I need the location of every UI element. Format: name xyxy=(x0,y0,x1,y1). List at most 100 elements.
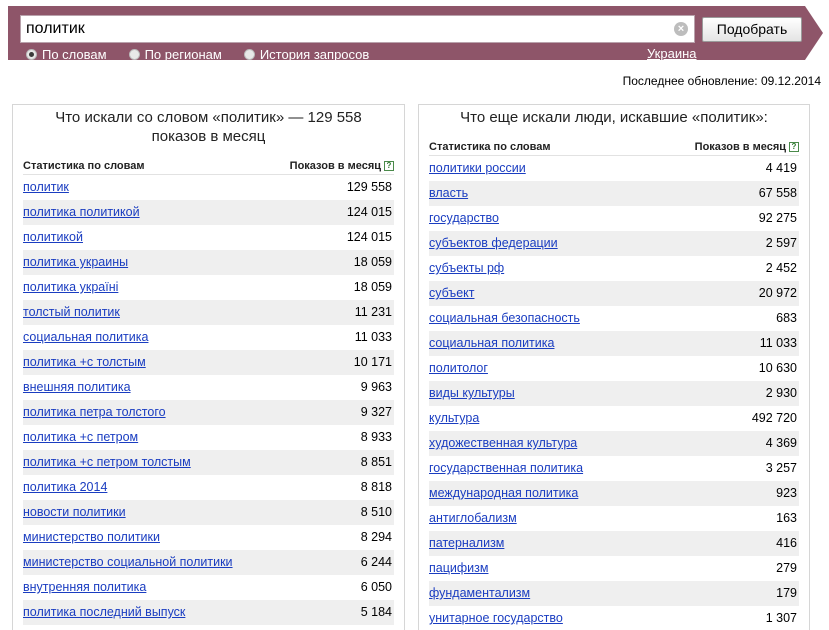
keyword-link[interactable]: политика +с петром толстым xyxy=(23,450,191,475)
keyword-link[interactable]: художественная культура xyxy=(429,431,577,456)
keyword-link[interactable]: патернализм xyxy=(429,531,504,556)
keyword-link[interactable]: фундаментализм xyxy=(429,581,530,606)
impressions-count: 5 184 xyxy=(360,605,392,619)
impressions-count: 179 xyxy=(776,586,797,600)
impressions-count: 8 851 xyxy=(360,455,392,469)
mode-history[interactable]: История запросов xyxy=(243,47,369,62)
keyword-link[interactable]: политика петра толстого xyxy=(23,400,166,425)
impressions-count: 163 xyxy=(776,511,797,525)
table-row: политика україні 18 059 xyxy=(23,275,394,300)
keyword-link[interactable]: внутренняя политика xyxy=(23,575,146,600)
band-arrow xyxy=(805,6,823,60)
right-rows: политики россии 4 419 власть 67 558 государс… xyxy=(429,156,799,630)
keyword-link[interactable]: политик xyxy=(23,175,69,200)
impressions-count: 8 818 xyxy=(360,480,392,494)
impressions-count: 2 597 xyxy=(765,236,797,250)
keyword-link[interactable]: политика 2014 xyxy=(23,475,107,500)
keyword-link[interactable]: социальная безопасность xyxy=(429,306,580,331)
table-row: виды культуры 2 930 xyxy=(429,381,799,406)
keyword-link[interactable]: унитарное государство xyxy=(429,606,563,630)
keyword-link[interactable]: власть xyxy=(429,181,468,206)
keyword-link[interactable]: внешняя политика xyxy=(23,375,131,400)
right-panel-title: Что еще искали люди, искавшие «политик»: xyxy=(460,109,768,126)
keyword-link[interactable]: государственная политика xyxy=(429,456,583,481)
keyword-link[interactable]: министерство политики xyxy=(23,525,160,550)
impressions-count: 11 033 xyxy=(354,330,392,344)
keyword-link[interactable]: политика україні xyxy=(23,275,118,300)
keyword-link[interactable]: субъекты рф xyxy=(429,256,504,281)
mode-label: По словам xyxy=(42,46,107,62)
search-input[interactable] xyxy=(26,19,666,39)
help-icon[interactable]: ? xyxy=(789,142,799,153)
keyword-link[interactable]: пацифизм xyxy=(429,556,488,581)
table-row: политики россии 4 419 xyxy=(429,156,799,181)
keyword-link[interactable]: политолог xyxy=(429,356,488,381)
table-row: новости политики 8 510 xyxy=(23,500,394,525)
col-count-header: Показов в месяц? xyxy=(290,157,394,174)
impressions-count: 492 720 xyxy=(751,411,797,425)
keyword-link[interactable]: политика +с петром xyxy=(23,425,138,450)
impressions-count: 129 558 xyxy=(346,180,392,194)
impressions-count: 279 xyxy=(776,561,797,575)
left-rows: политик 129 558 политика политикой 124 015 п… xyxy=(23,175,394,625)
col-word-header: Статистика по словам xyxy=(429,141,551,153)
keyword-link[interactable]: виды культуры xyxy=(429,381,515,406)
keyword-link[interactable]: субъект xyxy=(429,281,474,306)
keyword-link[interactable]: министерство социальной политики xyxy=(23,550,233,575)
col-word-header: Статистика по словам xyxy=(23,160,145,172)
impressions-count: 2 930 xyxy=(765,386,797,400)
keyword-link[interactable]: государство xyxy=(429,206,499,231)
keyword-link[interactable]: толстый политик xyxy=(23,300,120,325)
right-stats-table: Статистика по словам Показов в месяц? по… xyxy=(429,138,799,630)
table-row: пацифизм 279 xyxy=(429,556,799,581)
impressions-count: 8 933 xyxy=(360,430,392,444)
left-title-line2: показов в месяц xyxy=(151,128,266,145)
keyword-link[interactable]: субъектов федерации xyxy=(429,231,558,256)
radio-checked-icon[interactable] xyxy=(26,48,37,60)
keyword-link[interactable]: политика политикой xyxy=(23,200,140,225)
impressions-count: 9 327 xyxy=(360,405,392,419)
clear-icon[interactable]: × xyxy=(674,22,688,36)
mode-by-regions[interactable]: По регионам xyxy=(128,46,222,62)
radio-unchecked-icon[interactable] xyxy=(128,48,140,60)
table-row: политика 2014 8 818 xyxy=(23,475,394,500)
keyword-link[interactable]: политика последний выпуск xyxy=(23,600,185,625)
search-mode-group: По словам По регионам История запросов xyxy=(26,46,391,62)
table-row: государственная политика 3 257 xyxy=(429,456,799,481)
keyword-link[interactable]: антиглобализм xyxy=(429,506,517,531)
impressions-count: 4 369 xyxy=(765,436,797,450)
table-row: политика +с петром 8 933 xyxy=(23,425,394,450)
table-row: художественная культура 4 369 xyxy=(429,431,799,456)
help-icon[interactable]: ? xyxy=(384,161,394,172)
mode-label: По регионам xyxy=(144,46,222,62)
keyword-link[interactable]: социальная политика xyxy=(429,331,554,356)
keyword-link[interactable]: политика +с толстым xyxy=(23,350,146,375)
left-title-line1: Что искали со словом «политик» — 129 558 xyxy=(55,109,362,126)
table-row: внутренняя политика 6 050 xyxy=(23,575,394,600)
table-row: культура 492 720 xyxy=(429,406,799,431)
left-panel-title: Что искали со словом «политик» — 129 558… xyxy=(13,105,404,146)
table-row: антиглобализм 163 xyxy=(429,506,799,531)
keyword-link[interactable]: культура xyxy=(429,406,479,431)
submit-button[interactable]: Подобрать xyxy=(702,17,802,42)
mode-by-words[interactable]: По словам xyxy=(26,47,107,62)
keyword-link[interactable]: политики россии xyxy=(429,156,526,181)
impressions-count: 8 510 xyxy=(360,505,392,519)
table-row: социальная политика 11 033 xyxy=(429,331,799,356)
impressions-count: 11 231 xyxy=(354,305,392,319)
region-link[interactable]: Украина xyxy=(647,46,697,61)
keyword-link[interactable]: политика украины xyxy=(23,250,128,275)
impressions-count: 4 419 xyxy=(765,161,797,175)
keyword-link[interactable]: новости политики xyxy=(23,500,126,525)
keyword-link[interactable]: политикой xyxy=(23,225,83,250)
impressions-count: 10 630 xyxy=(758,361,797,375)
col-count-header: Показов в месяц? xyxy=(695,138,799,155)
keyword-link[interactable]: международная политика xyxy=(429,481,578,506)
table-header: Статистика по словам Показов в месяц? xyxy=(429,138,799,156)
impressions-count: 10 171 xyxy=(353,355,392,369)
search-box[interactable]: × xyxy=(20,15,695,43)
table-row: политикой 124 015 xyxy=(23,225,394,250)
last-update: Последнее обновление: 09.12.2014 xyxy=(622,74,821,88)
radio-unchecked-icon[interactable] xyxy=(243,48,255,60)
keyword-link[interactable]: социальная политика xyxy=(23,325,148,350)
